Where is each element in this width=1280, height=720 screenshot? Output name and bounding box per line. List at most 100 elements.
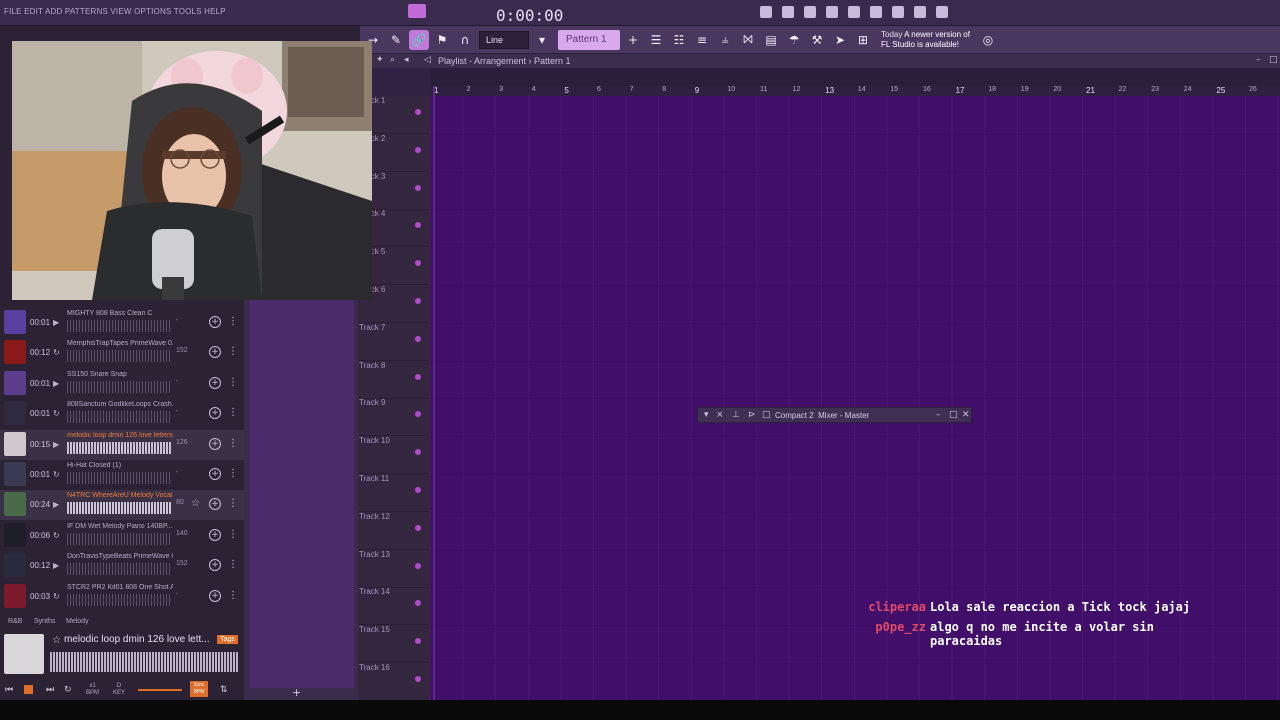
track-header[interactable]: Track 8 bbox=[358, 361, 430, 399]
track-header[interactable]: Track 7 bbox=[358, 323, 430, 361]
play-icon[interactable]: ▶ bbox=[53, 561, 59, 570]
more-icon[interactable]: ⋮ bbox=[228, 559, 238, 570]
track-header[interactable]: Track 9 bbox=[358, 398, 430, 437]
track-mute-dot[interactable] bbox=[415, 449, 421, 456]
more-icon[interactable]: ⋮ bbox=[228, 346, 238, 357]
file-icon[interactable]: ▤ bbox=[761, 30, 781, 50]
news-panel[interactable]: Today A newer version of FL Studio is av… bbox=[881, 30, 975, 50]
next-icon[interactable]: ⏭ bbox=[46, 685, 54, 695]
more-icon[interactable]: ⋮ bbox=[228, 590, 238, 601]
track-mute-dot[interactable] bbox=[415, 676, 421, 682]
track-mute-dot[interactable] bbox=[415, 109, 421, 115]
category-synths[interactable]: Synths bbox=[34, 618, 55, 625]
menu-arrow-icon[interactable]: ▾ bbox=[704, 410, 709, 420]
play-icon[interactable]: ▶ bbox=[53, 318, 59, 327]
browser-item[interactable]: 00:24 ▶ N4TRC WhereAreU Melody Vocal... 80 ☆… bbox=[0, 490, 244, 521]
loop-record-icon[interactable] bbox=[826, 6, 838, 18]
key-control[interactable]: D KEY bbox=[113, 683, 125, 697]
browser-item[interactable]: 00:12 ↻ MemphisTrapTapes PrimeWave 0... 152… bbox=[0, 338, 244, 368]
play-icon[interactable]: ▶ bbox=[53, 379, 59, 388]
browser-item[interactable]: 00:01 ↻ 808Sanctum GodlikeLoops Crash... - +… bbox=[0, 399, 244, 429]
minimize-icon[interactable]: – bbox=[1256, 55, 1261, 65]
more-icon[interactable]: ⋮ bbox=[228, 468, 238, 479]
track-header[interactable]: Track 16 bbox=[358, 663, 430, 701]
timeline-ruler[interactable]: 1 2 3 4 5 6 7 8 9 10 11 12 13 14 15 16 17 18 19 20 21 22 23 24 2… bbox=[430, 86, 1280, 96]
add-icon[interactable]: + bbox=[209, 346, 221, 359]
add-icon[interactable]: + bbox=[209, 528, 221, 541]
track-mute-dot[interactable] bbox=[415, 335, 421, 342]
track-mute-dot[interactable] bbox=[415, 260, 421, 267]
volume-slider[interactable] bbox=[138, 689, 182, 691]
track-header[interactable]: Track 13 bbox=[358, 550, 430, 588]
browser-item[interactable]: 00:15 ▶ melodic loop dmin 126 love letters… bbox=[0, 429, 244, 460]
sync-bpm-button[interactable]: Sync BPM bbox=[190, 681, 208, 697]
playhead[interactable] bbox=[433, 86, 435, 700]
drag-icon[interactable]: ⇅ bbox=[220, 685, 228, 695]
add-icon[interactable]: + bbox=[209, 316, 221, 328]
step-edit-icon[interactable] bbox=[848, 6, 860, 18]
midi-icon[interactable] bbox=[914, 6, 926, 18]
loop-icon[interactable]: ↻ bbox=[53, 409, 60, 418]
window-icon[interactable]: □ bbox=[762, 410, 771, 420]
speaker-icon[interactable]: ◂ bbox=[404, 55, 409, 65]
add-icon[interactable]: + bbox=[209, 589, 221, 602]
stamp-icon[interactable]: ⚑ bbox=[432, 30, 452, 50]
more-icon[interactable]: ⋮ bbox=[228, 529, 238, 540]
play-icon[interactable]: ▶ bbox=[53, 500, 59, 509]
loop-icon[interactable]: ↻ bbox=[53, 470, 60, 479]
maximize-icon[interactable]: □ bbox=[1269, 55, 1278, 65]
track-mute-dot[interactable] bbox=[415, 562, 421, 569]
add-icon[interactable]: + bbox=[209, 468, 221, 480]
track-header[interactable]: Track 14 bbox=[358, 587, 430, 626]
chevron-down-icon[interactable]: ▾ bbox=[532, 30, 552, 50]
browser-item[interactable]: 00:03 ↻ STCR2 PR2 Kit01 808 One Shot Am - + ⋮ bbox=[0, 582, 244, 612]
player-waveform[interactable] bbox=[50, 652, 238, 672]
tags-button[interactable]: Tags bbox=[217, 635, 238, 644]
add-icon[interactable]: + bbox=[209, 376, 221, 389]
track-mute-dot[interactable] bbox=[415, 524, 421, 531]
mixer-icon[interactable]: ⫨ bbox=[715, 30, 735, 50]
track-mute-dot[interactable] bbox=[415, 487, 421, 493]
snap-icon-small[interactable]: ✦ bbox=[376, 55, 384, 65]
globe-icon[interactable]: ◎ bbox=[978, 30, 998, 50]
browser-item[interactable]: 00:12 ▶ DonTravisTypeBeats PrimeWave 0... 1… bbox=[0, 551, 244, 581]
mixer-window[interactable]: ▾ ⨯ ⊥ ⊳ □ Compact 2 Mixer - Master – □ ✕ bbox=[697, 407, 972, 423]
tag-icon[interactable]: ➤ bbox=[830, 30, 850, 50]
tempo-control[interactable]: x1 BPM bbox=[86, 683, 99, 697]
snap-mode-select[interactable]: Line bbox=[479, 30, 529, 49]
stop-button[interactable] bbox=[24, 685, 33, 694]
main-menu[interactable]: FILE EDIT ADD PATTERNS VIEW OPTIONS TOOL… bbox=[4, 7, 226, 16]
close-icon[interactable]: ✕ bbox=[962, 410, 970, 420]
cpu-icon[interactable] bbox=[892, 6, 904, 18]
more-icon[interactable]: ⋮ bbox=[228, 407, 238, 418]
loop-icon[interactable]: ↻ bbox=[53, 348, 60, 357]
loop-icon[interactable]: ↻ bbox=[53, 592, 60, 601]
cart-icon[interactable]: ⊞ bbox=[853, 30, 873, 50]
add-icon[interactable]: + bbox=[292, 686, 301, 699]
pick-icon[interactable]: ⚒ bbox=[807, 30, 827, 50]
add-icon[interactable]: + bbox=[209, 559, 221, 572]
maximize-icon[interactable]: □ bbox=[949, 410, 958, 420]
star-icon[interactable]: ☆ bbox=[52, 635, 61, 646]
pin-icon[interactable]: ⊥ bbox=[732, 410, 740, 420]
more-icon[interactable]: ⋮ bbox=[228, 377, 238, 388]
track-header[interactable]: Track 11 bbox=[358, 474, 430, 512]
track-mute-dot[interactable] bbox=[415, 638, 421, 645]
snap-icon[interactable]: ∩ bbox=[455, 30, 475, 50]
category-rnb[interactable]: R&B bbox=[8, 618, 22, 625]
track-mute-dot[interactable] bbox=[415, 373, 421, 380]
output-icon[interactable] bbox=[936, 6, 948, 18]
add-icon[interactable]: + bbox=[209, 437, 221, 450]
back-icon[interactable]: ◁ bbox=[424, 55, 431, 65]
track-mute-dot[interactable] bbox=[415, 411, 421, 418]
add-icon[interactable]: + bbox=[209, 407, 221, 420]
browser-item[interactable]: 00:01 ▶ MIGHTY 808 Bass Clean C - + ⋮ bbox=[0, 308, 244, 338]
more-icon[interactable]: ⋮ bbox=[228, 498, 238, 509]
loop-icon[interactable]: ↻ bbox=[53, 531, 60, 540]
category-melody[interactable]: Melody bbox=[66, 618, 89, 625]
browser-item[interactable]: 00:01 ↻ Hi-Hat Closed (1) - + ⋮ bbox=[0, 460, 244, 490]
channel-rack-icon[interactable]: ≡ bbox=[692, 30, 712, 50]
pencil-icon[interactable]: ✎ bbox=[386, 30, 406, 50]
blend-icon[interactable] bbox=[870, 6, 882, 18]
track-header[interactable]: Track 10 bbox=[358, 436, 430, 475]
